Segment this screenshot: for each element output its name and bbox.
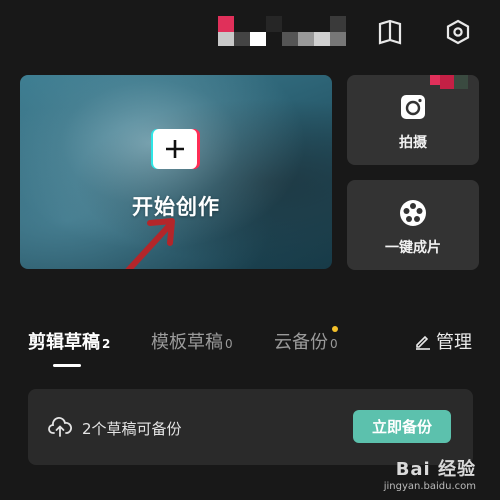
shoot-label: 拍摄 bbox=[399, 135, 427, 151]
tab-edit-drafts-label: 剪辑草稿 bbox=[28, 332, 100, 353]
backup-text: 2个草稿可备份 bbox=[82, 420, 182, 438]
watermark-brand: Bai 经验 bbox=[395, 459, 476, 480]
pixelated-decoration bbox=[218, 16, 346, 46]
film-reel-icon bbox=[398, 198, 428, 232]
one-click-video-card[interactable]: 一键成片 bbox=[347, 180, 479, 270]
cloud-upload-icon bbox=[48, 417, 72, 437]
one-click-video-label: 一键成片 bbox=[385, 240, 441, 256]
watermark-url: jingyan.baidu.com bbox=[383, 481, 476, 492]
baidu-watermark: Bai 经验 jingyan.baidu.com bbox=[384, 455, 476, 492]
tab-cloud-backup-label: 云备份 bbox=[274, 332, 328, 353]
backup-banner: 2个草稿可备份 立即备份 bbox=[28, 389, 473, 465]
start-create-card[interactable]: 开始创作 bbox=[20, 75, 332, 269]
manage-button[interactable]: 管理 bbox=[414, 328, 472, 354]
edit-icon bbox=[416, 335, 430, 350]
book-icon[interactable] bbox=[375, 17, 405, 47]
tab-template-drafts[interactable]: 模板草稿 0 bbox=[151, 328, 233, 354]
tab-template-drafts-label: 模板草稿 bbox=[151, 332, 223, 353]
tab-template-drafts-count: 0 bbox=[225, 337, 233, 351]
pixelated-decoration-corner bbox=[430, 75, 468, 97]
tab-cloud-backup[interactable]: 云备份 0 bbox=[274, 328, 338, 354]
settings-hexagon-icon[interactable] bbox=[443, 17, 473, 47]
backup-now-button[interactable]: 立即备份 bbox=[353, 410, 451, 443]
plus-icon bbox=[153, 129, 197, 169]
manage-label: 管理 bbox=[436, 332, 472, 353]
tab-edit-drafts-count: 2 bbox=[102, 337, 111, 351]
tab-cloud-backup-count: 0 bbox=[330, 337, 338, 351]
red-arrow-annotation bbox=[125, 218, 175, 269]
active-tab-indicator bbox=[53, 364, 81, 367]
notification-dot bbox=[332, 326, 338, 332]
camera-icon bbox=[399, 93, 427, 125]
tab-edit-drafts[interactable]: 剪辑草稿 2 bbox=[28, 328, 110, 354]
